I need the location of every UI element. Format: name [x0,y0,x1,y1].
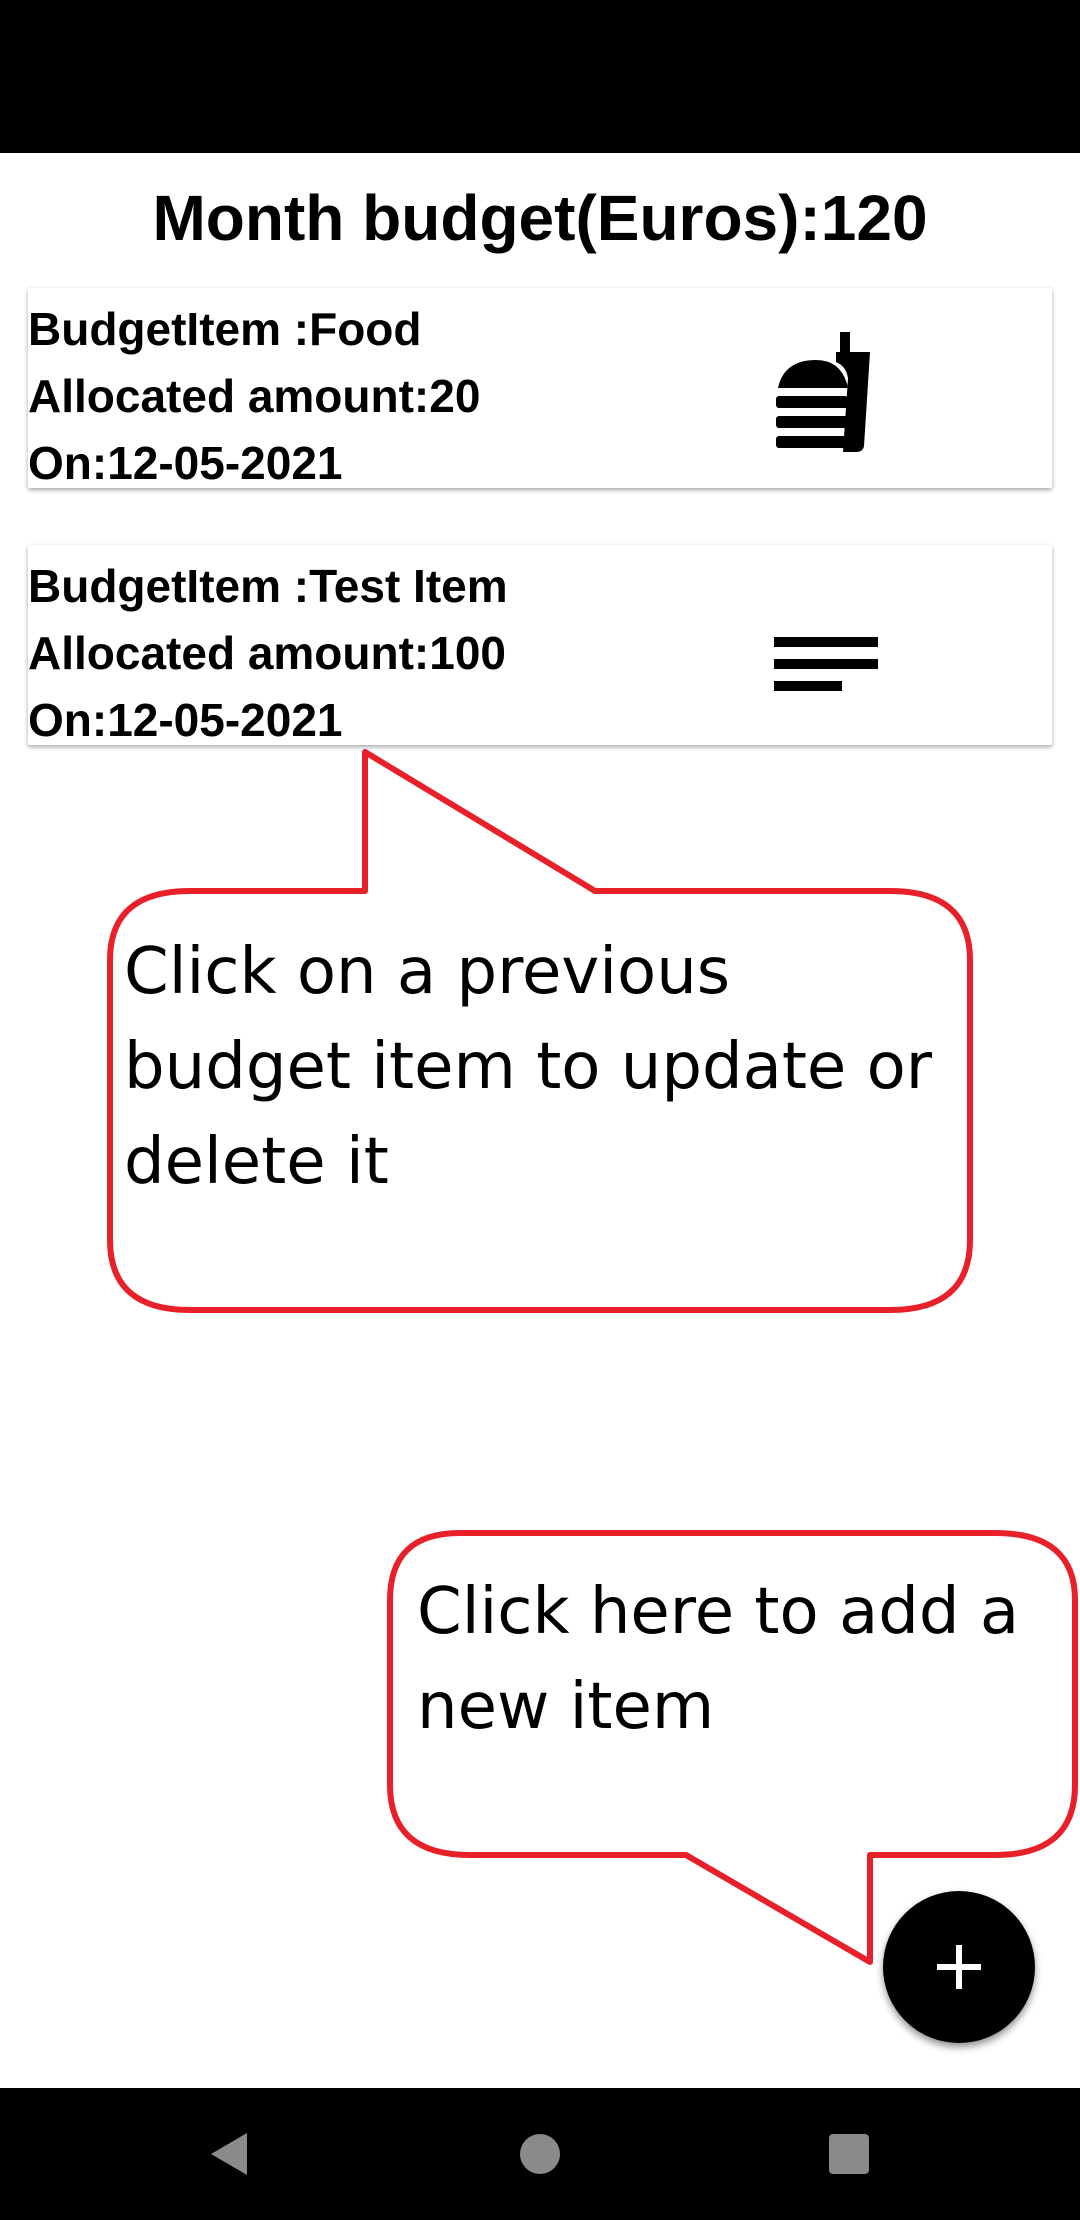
navigation-bar [0,2088,1080,2220]
back-icon[interactable] [192,2118,264,2190]
home-icon[interactable] [504,2118,576,2190]
callout-list-hint-text: Click on a previous budget item to updat… [124,935,933,1199]
add-item-button[interactable] [883,1891,1035,2043]
recents-icon[interactable] [813,2118,885,2190]
callout-add-hint-text: Click here to add a new item [417,1575,1020,1744]
plus-icon [937,1945,981,1989]
